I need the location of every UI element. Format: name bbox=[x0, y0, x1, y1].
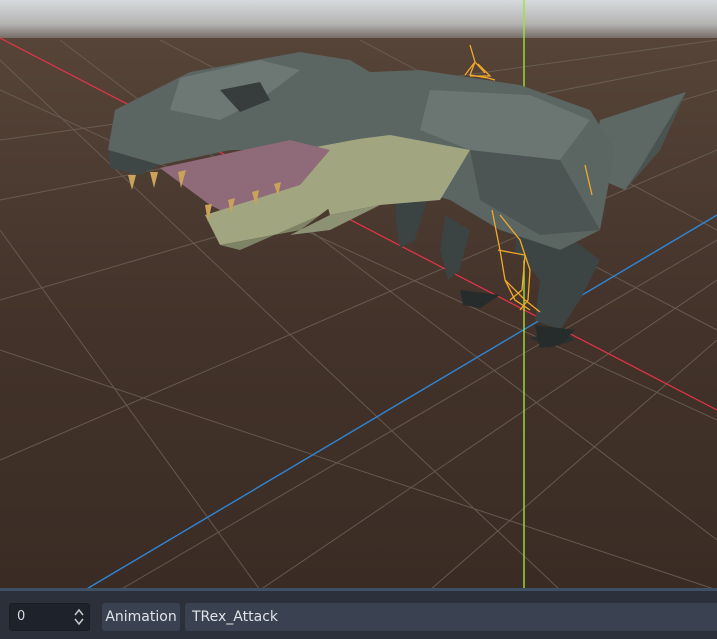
updown-arrows-icon[interactable] bbox=[73, 607, 85, 627]
frame-spinbox[interactable]: 0 bbox=[9, 603, 90, 631]
3d-viewport[interactable] bbox=[0, 0, 717, 590]
viewport-scene bbox=[0, 0, 717, 590]
sky-background bbox=[0, 0, 717, 40]
animation-button[interactable]: Animation bbox=[102, 603, 180, 631]
frame-value[interactable]: 0 bbox=[17, 609, 25, 624]
animation-name-field[interactable]: TRex_Attack bbox=[185, 603, 717, 631]
